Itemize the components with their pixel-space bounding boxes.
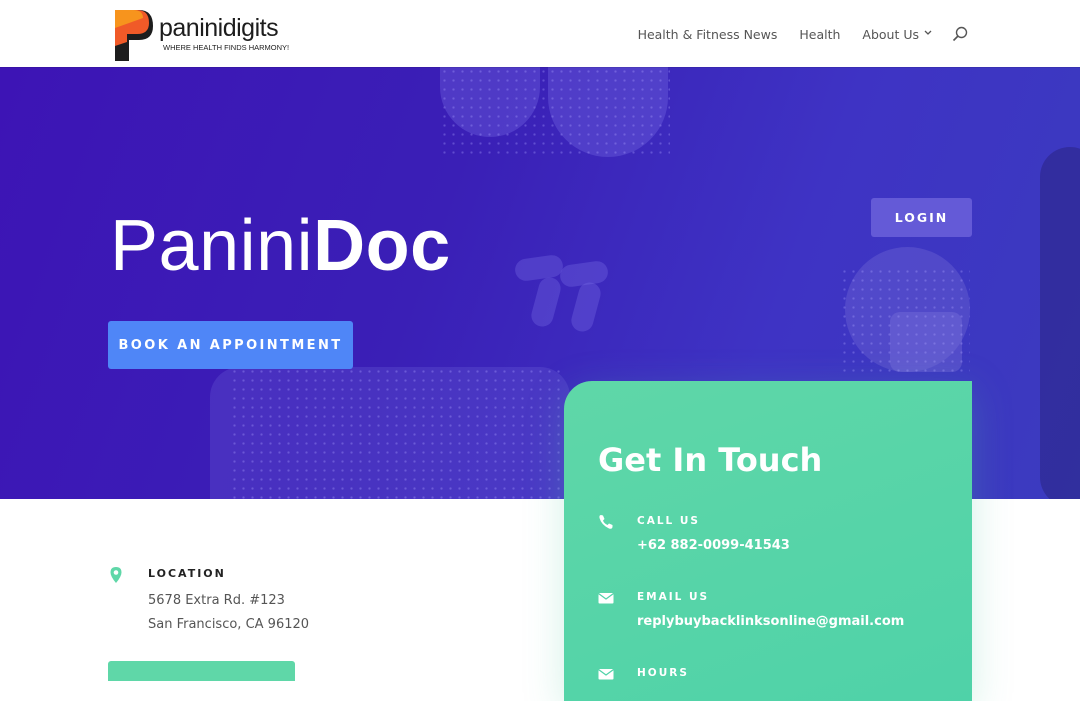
contact-card: Get In Touch CALL US +62 882-0099-41543 … xyxy=(564,381,972,701)
nav-item-label: Health & Fitness News xyxy=(637,26,778,42)
hero-dot-pattern xyxy=(440,67,670,157)
logo-mark-icon xyxy=(115,10,153,61)
hero-dot-pattern xyxy=(840,267,970,377)
hero-decoration xyxy=(528,275,564,329)
envelope-icon xyxy=(598,593,614,604)
phone-icon xyxy=(599,515,613,529)
chevron-down-icon xyxy=(924,29,932,39)
nav-item-health-fitness-news[interactable]: Health & Fitness News xyxy=(638,27,778,42)
contact-label: CALL US xyxy=(637,515,700,527)
envelope-icon xyxy=(598,669,614,680)
hero-decoration xyxy=(513,253,565,283)
logo-name: paninidigits xyxy=(159,14,279,42)
site-header: paninidigits WHERE HEALTH FINDS HARMONY!… xyxy=(0,0,1080,67)
nav-item-label: About Us xyxy=(862,26,919,42)
hero-title-light: Panini xyxy=(110,206,314,286)
hero-decoration xyxy=(1040,147,1080,499)
contact-phone[interactable]: +62 882-0099-41543 xyxy=(637,538,790,553)
contact-label: EMAIL US xyxy=(637,591,710,603)
contact-title: Get In Touch xyxy=(598,441,823,479)
map-pin-icon xyxy=(110,567,122,583)
main-nav: Health & Fitness News Health About Us xyxy=(616,26,968,42)
site-logo[interactable]: paninidigits WHERE HEALTH FINDS HARMONY! xyxy=(113,6,290,62)
hero-title: PaniniDoc xyxy=(110,205,451,287)
nav-item-label: Health xyxy=(799,26,841,42)
login-button[interactable]: LOGIN xyxy=(871,198,972,237)
nav-item-about-us[interactable]: About Us xyxy=(862,27,932,42)
hero-dot-pattern xyxy=(230,367,560,499)
hero-title-bold: Doc xyxy=(313,206,451,286)
book-appointment-button[interactable]: BOOK AN APPOINTMENT xyxy=(108,321,353,369)
search-icon[interactable] xyxy=(952,26,968,42)
location-action-button[interactable] xyxy=(108,661,295,681)
contact-label: HOURS xyxy=(637,667,689,679)
location-address-line2: San Francisco, CA 96120 xyxy=(148,617,310,632)
location-address-line1: 5678 Extra Rd. #123 xyxy=(148,593,285,608)
nav-item-health[interactable]: Health xyxy=(799,27,840,42)
hero-decoration xyxy=(568,280,604,334)
location-label: LOCATION xyxy=(148,567,226,580)
contact-email[interactable]: replybuybacklinksonline@gmail.com xyxy=(637,614,904,629)
logo-tagline: WHERE HEALTH FINDS HARMONY! xyxy=(163,43,290,52)
